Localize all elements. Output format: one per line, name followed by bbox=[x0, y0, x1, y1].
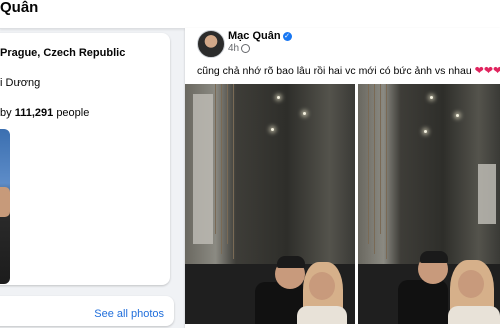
ceiling-light bbox=[424, 130, 427, 133]
ceiling-light bbox=[303, 112, 306, 115]
decor-stick bbox=[233, 84, 234, 259]
person-woman-head bbox=[458, 270, 484, 298]
post-photo-2[interactable] bbox=[358, 84, 500, 324]
photo-window bbox=[193, 94, 213, 244]
ceiling-light bbox=[271, 128, 274, 131]
ceiling-light bbox=[277, 96, 280, 99]
followers-prefix: by bbox=[0, 107, 12, 119]
post-card: Mạc Quân ✓ 4h cũng chả nhớ rõ bao lâu rồi… bbox=[185, 28, 500, 328]
from-line: i Dương bbox=[0, 77, 40, 89]
person-woman-head bbox=[309, 272, 335, 300]
heart-emoji-icon: ❤❤❤ bbox=[474, 65, 500, 77]
post-author[interactable]: Mạc Quân ✓ bbox=[228, 30, 292, 42]
featured-photo[interactable] bbox=[0, 129, 10, 284]
decor-stick bbox=[215, 84, 216, 234]
person-cap bbox=[420, 251, 448, 263]
post-author-name[interactable]: Mạc Quân bbox=[228, 30, 281, 42]
photo-window bbox=[478, 164, 496, 224]
author-avatar[interactable] bbox=[197, 30, 225, 58]
person-shirt bbox=[398, 280, 448, 324]
ceiling-light bbox=[456, 114, 459, 117]
decor-stick bbox=[374, 84, 375, 254]
lives-in-location[interactable]: Prague, Czech Republic bbox=[0, 47, 125, 59]
featured-photo-face bbox=[0, 187, 10, 217]
verified-badge-icon: ✓ bbox=[282, 31, 292, 41]
person-cap bbox=[277, 256, 305, 268]
ceiling-light bbox=[430, 96, 433, 99]
top-bar: Quân bbox=[0, 0, 500, 29]
decor-stick bbox=[227, 84, 228, 244]
decor-stick bbox=[368, 84, 369, 244]
intro-card: Prague, Czech Republic i Dương by 111,29… bbox=[0, 33, 170, 285]
lives-in-line: Prague, Czech Republic bbox=[0, 47, 125, 59]
photos-card: See all photos bbox=[0, 296, 174, 326]
followers-count[interactable]: 111,291 bbox=[15, 107, 54, 119]
post-time[interactable]: 4h bbox=[228, 43, 239, 54]
decor-stick bbox=[386, 84, 387, 259]
from-location[interactable]: i Dương bbox=[0, 77, 40, 89]
post-caption: cũng chả nhớ rõ bao lâu rồi hai vc mới c… bbox=[197, 64, 500, 77]
decor-stick bbox=[221, 84, 222, 254]
post-timestamp[interactable]: 4h bbox=[228, 43, 251, 54]
post-photo-1[interactable] bbox=[185, 84, 355, 324]
followers-suffix: people bbox=[56, 107, 90, 119]
post-caption-text: cũng chả nhớ rõ bao lâu rồi hai vc mới c… bbox=[197, 65, 472, 77]
person-woman-shirt bbox=[448, 306, 500, 324]
decor-stick bbox=[380, 84, 381, 234]
public-globe-icon bbox=[241, 43, 251, 53]
followers-line: by 111,291 people bbox=[0, 107, 89, 119]
person-woman-shirt bbox=[297, 306, 347, 324]
profile-name[interactable]: Quân bbox=[0, 0, 38, 16]
see-all-photos-link[interactable]: See all photos bbox=[94, 308, 164, 320]
